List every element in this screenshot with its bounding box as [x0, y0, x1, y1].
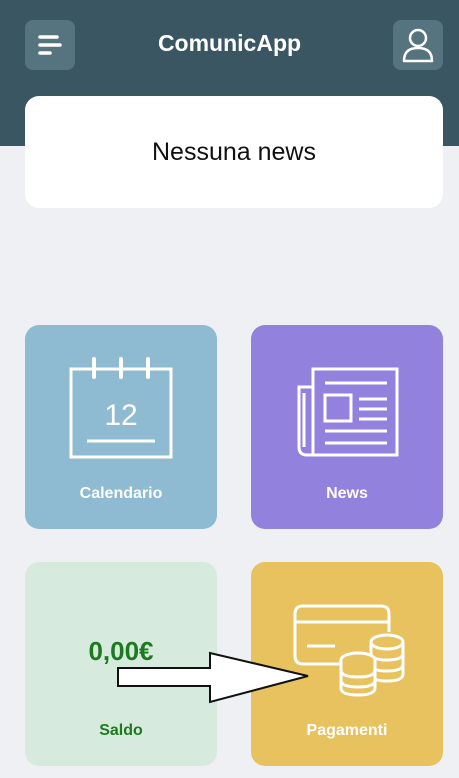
calendar-icon: 12	[69, 357, 173, 459]
payments-tile-label: Pagamenti	[306, 722, 388, 739]
news-card-text: Nessuna news	[152, 137, 316, 166]
calendar-date-number: 12	[104, 399, 137, 432]
profile-button[interactable]	[393, 20, 443, 70]
saldo-tile-label: Saldo	[99, 722, 143, 739]
newspaper-icon	[297, 367, 399, 457]
news-tile[interactable]: News	[251, 325, 443, 529]
calendar-tile[interactable]: 12 Calendario	[25, 325, 217, 529]
calendar-tile-label: Calendario	[79, 485, 163, 502]
news-card[interactable]: Nessuna news	[25, 96, 443, 208]
news-tile-label: News	[326, 485, 368, 502]
user-icon	[402, 28, 434, 63]
app-title: ComunicApp	[157, 30, 302, 56]
annotation-arrow	[117, 651, 309, 704]
